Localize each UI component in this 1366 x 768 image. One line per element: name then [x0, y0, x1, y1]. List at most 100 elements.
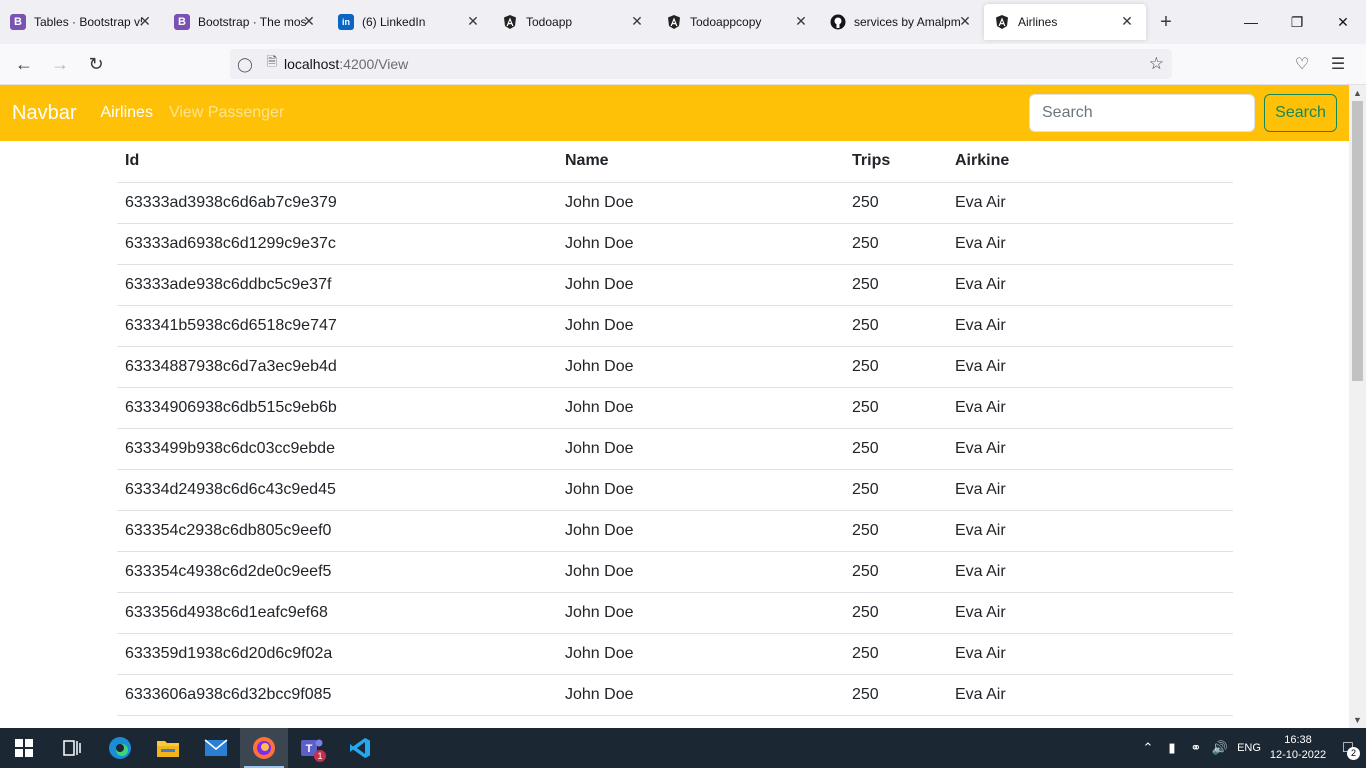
tab-title: (6) LinkedIn	[362, 15, 426, 29]
cell-trips: 250	[844, 346, 947, 388]
cell-id: 63333ade938c6ddbc5c9e37f	[117, 264, 557, 306]
edge-taskbar-button[interactable]	[96, 728, 144, 768]
search-input[interactable]	[1029, 94, 1255, 132]
cell-trips: 250	[844, 223, 947, 265]
table-row: 63333ad6938c6d1299c9e37c John Doe 250 Eva A…	[117, 223, 1233, 265]
browser-tab[interactable]: Todoapp ✕	[492, 0, 656, 44]
nav-link-airlines[interactable]: Airlines	[100, 104, 152, 122]
forward-button[interactable]: →	[42, 48, 78, 80]
minimize-button[interactable]: —	[1228, 0, 1274, 44]
mail-taskbar-button[interactable]	[192, 728, 240, 768]
cell-airline: Eva Air	[947, 633, 1233, 675]
close-window-button[interactable]: ✕	[1320, 0, 1366, 44]
address-bar[interactable]: ◯ 🗎 localhost:4200/View ☆	[230, 49, 1172, 79]
reload-button[interactable]: ↻	[78, 48, 114, 80]
search-button[interactable]: Search	[1264, 94, 1337, 132]
task-view-button[interactable]	[48, 728, 96, 768]
scrollbar-thumb[interactable]	[1352, 101, 1363, 381]
tab-title: Airlines	[1018, 15, 1058, 29]
table-row: 633341b5938c6d6518c9e747 John Doe 250 Eva A…	[117, 305, 1233, 347]
restore-button[interactable]: ❐	[1274, 0, 1320, 44]
close-tab-icon[interactable]: ✕	[466, 14, 480, 28]
vscode-taskbar-button[interactable]	[336, 728, 384, 768]
system-tray: ⌃ ▮ ⚭ 🔊 ENG 16:38 12-10-2022 □ 2	[1136, 728, 1366, 768]
github-icon	[830, 14, 846, 30]
teams-taskbar-button[interactable]: T 1	[288, 728, 336, 768]
cell-id: 63334d24938c6d6c43c9ed45	[117, 469, 557, 511]
edge-icon	[109, 737, 131, 759]
cell-name: John Doe	[557, 264, 844, 306]
close-tab-icon[interactable]: ✕	[138, 14, 152, 28]
nav-link-view-passenger[interactable]: View Passenger	[169, 104, 284, 122]
scroll-up-icon[interactable]: ▲	[1349, 85, 1366, 101]
back-button[interactable]: ←	[6, 48, 42, 80]
table-row: 633356d4938c6d1eafc9ef68 John Doe 250 Eva A…	[117, 592, 1233, 634]
cell-trips: 250	[844, 592, 947, 634]
cell-name: John Doe	[557, 551, 844, 593]
clock[interactable]: 16:38 12-10-2022	[1266, 733, 1330, 763]
start-button[interactable]	[0, 728, 48, 768]
pocket-button[interactable]: ♡	[1284, 48, 1320, 80]
table-row: 63334906938c6db515c9eb6b John Doe 250 Eva A…	[117, 387, 1233, 429]
cell-airline: Eva Air	[947, 305, 1233, 347]
cell-name: John Doe	[557, 510, 844, 552]
table-row: 63333ad3938c6d6ab7c9e379 John Doe 250 Eva A…	[117, 182, 1233, 224]
close-tab-icon[interactable]: ✕	[630, 14, 644, 28]
cell-airline: Eva Air	[947, 387, 1233, 429]
table-row: 6333606a938c6d32bcc9f085 John Doe 250 Eva A…	[117, 674, 1233, 716]
header-name: Name	[557, 141, 844, 183]
cell-id: 6333499b938c6dc03cc9ebde	[117, 428, 557, 470]
close-tab-icon[interactable]: ✕	[958, 14, 972, 28]
cell-trips: 250	[844, 428, 947, 470]
close-tab-icon[interactable]: ✕	[794, 14, 808, 28]
bootstrap-icon: B	[10, 14, 26, 30]
new-tab-button[interactable]: +	[1146, 0, 1186, 44]
table-row: 6333499b938c6dc03cc9ebde John Doe 250 Eva A…	[117, 428, 1233, 470]
cell-name: John Doe	[557, 305, 844, 347]
arrow-left-icon: ←	[15, 53, 33, 74]
battery-icon[interactable]: ▮	[1160, 740, 1184, 756]
browser-tab[interactable]: B Bootstrap · The most ✕	[164, 0, 328, 44]
page-scrollbar[interactable]: ▲ ▼	[1349, 85, 1366, 728]
task-view-icon	[63, 740, 81, 756]
browser-tab[interactable]: B Tables · Bootstrap v5 ✕	[0, 0, 164, 44]
browser-tab-strip: B Tables · Bootstrap v5 ✕ B Bootstrap · The …	[0, 0, 1366, 44]
table-body: 63333ad3938c6d6ab7c9e379 John Doe 250 Eva A…	[117, 182, 1233, 716]
cell-id: 633356d4938c6d1eafc9ef68	[117, 592, 557, 634]
wifi-icon[interactable]: ⚭	[1184, 740, 1208, 756]
cell-id: 633354c2938c6db805c9eef0	[117, 510, 557, 552]
toolbar-right: ♡ ☰	[1284, 48, 1356, 80]
browser-tab[interactable]: Todoappcopy ✕	[656, 0, 820, 44]
navbar-brand[interactable]: Navbar	[12, 102, 76, 125]
scroll-down-icon[interactable]: ▼	[1349, 712, 1366, 728]
arrow-right-icon: →	[51, 53, 69, 74]
browser-tab[interactable]: Airlines ✕	[984, 4, 1146, 40]
table-row: 633359d1938c6d20d6c9f02a John Doe 250 Eva A…	[117, 633, 1233, 675]
language-indicator[interactable]: ENG	[1232, 742, 1266, 754]
linkedin-icon: in	[338, 14, 354, 30]
table-row: 63334d24938c6d6c43c9ed45 John Doe 250 Eva A…	[117, 469, 1233, 511]
close-tab-icon[interactable]: ✕	[1120, 14, 1134, 28]
cell-id: 633359d1938c6d20d6c9f02a	[117, 633, 557, 675]
browser-tab[interactable]: services by Amalpm ✕	[820, 0, 984, 44]
file-explorer-taskbar-button[interactable]	[144, 728, 192, 768]
firefox-taskbar-button[interactable]	[240, 728, 288, 768]
cell-airline: Eva Air	[947, 182, 1233, 224]
notification-center-button[interactable]: □ 2	[1330, 728, 1366, 768]
bookmark-star-icon[interactable]: ☆	[1149, 54, 1164, 74]
table-row: 63334887938c6d7a3ec9eb4d John Doe 250 Eva A…	[117, 346, 1233, 388]
hamburger-icon: ☰	[1330, 56, 1346, 73]
speaker-icon[interactable]: 🔊	[1208, 740, 1232, 756]
browser-toolbar: ← → ↻ ◯ 🗎 localhost:4200/View ☆ ♡ ☰	[0, 44, 1366, 85]
vscode-icon	[350, 738, 370, 758]
cell-airline: Eva Air	[947, 223, 1233, 265]
clock-date: 12-10-2022	[1269, 749, 1327, 761]
cell-airline: Eva Air	[947, 264, 1233, 306]
chevron-up-icon[interactable]: ⌃	[1136, 740, 1160, 756]
browser-tab[interactable]: in (6) LinkedIn ✕	[328, 0, 492, 44]
cell-airline: Eva Air	[947, 592, 1233, 634]
cell-airline: Eva Air	[947, 551, 1233, 593]
menu-button[interactable]: ☰	[1320, 48, 1356, 80]
close-tab-icon[interactable]: ✕	[302, 14, 316, 28]
cell-id: 6333606a938c6d32bcc9f085	[117, 674, 557, 716]
